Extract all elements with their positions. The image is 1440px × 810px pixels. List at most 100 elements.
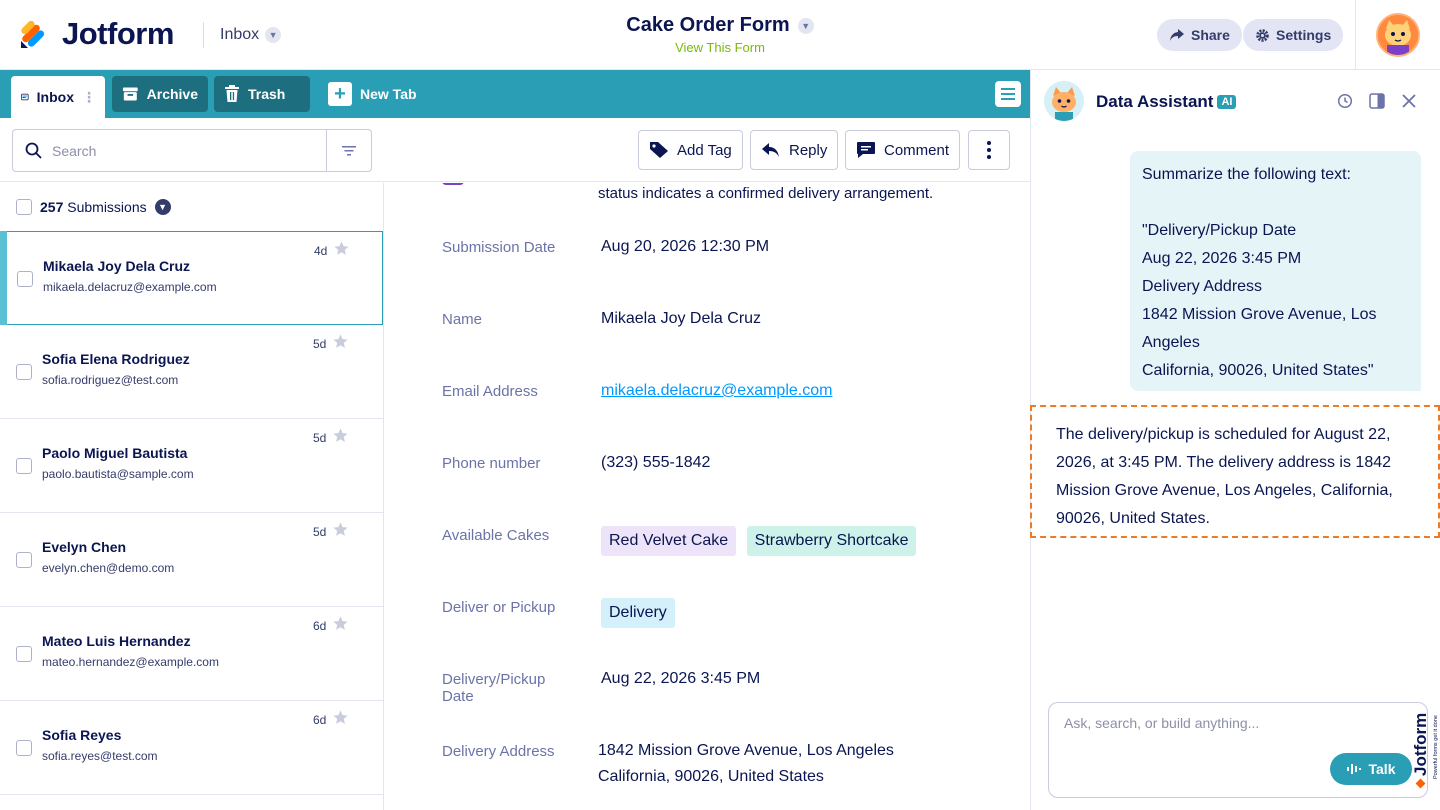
chat-input[interactable] (1064, 715, 1364, 731)
jotform-logo[interactable]: Jotform (18, 16, 174, 52)
trash-icon (225, 85, 239, 102)
address-line: 1842 Mission Grove Avenue, Los Angeles (598, 742, 894, 759)
tag-icon (650, 142, 668, 158)
submitter-name: Mikaela Joy Dela Cruz (43, 258, 191, 274)
email-link[interactable]: mikaela.delacruz@example.com (601, 378, 832, 404)
deliver-label: Deliver or Pickup (442, 599, 556, 616)
select-all-checkbox[interactable] (16, 199, 32, 215)
submission-age: 5d (313, 525, 327, 539)
list-item[interactable]: Mikaela Joy Dela Cruz mikaela.delacruz@e… (0, 231, 383, 325)
submission-count[interactable]: 257 Submissions (40, 199, 147, 215)
tab-inbox[interactable]: Inbox ⋮ (11, 76, 105, 118)
chat-composer: Talk (1048, 702, 1428, 798)
inbox-dropdown[interactable]: Inbox ▼ (220, 26, 282, 44)
submitter-name: Sofia Elena Rodriguez (42, 351, 190, 367)
hamburger-menu-icon[interactable] (995, 81, 1021, 107)
form-title-block: Cake Order Form ▼ View This Form (560, 14, 880, 55)
panel-layout-icon[interactable] (1368, 92, 1386, 110)
cake-chip: Red Velvet Cake (601, 526, 737, 556)
add-tag-label: Add Tag (677, 141, 732, 159)
star-icon[interactable] (332, 427, 349, 444)
data-assistant-panel: Data Assistant AI Summarize the followin… (1030, 70, 1440, 810)
talk-label: Talk (1368, 761, 1396, 777)
row-checkbox[interactable] (16, 740, 32, 756)
view-form-link[interactable]: View This Form (560, 40, 880, 55)
jotform-logo-icon (21, 20, 45, 48)
name-value: Mikaela Joy Dela Cruz (601, 310, 762, 327)
row-checkbox[interactable] (16, 364, 32, 380)
cakes-label: Available Cakes (442, 527, 550, 544)
top-header: Jotform Inbox ▼ Cake Order Form ▼ View T… (0, 0, 1440, 70)
list-item[interactable]: Paolo Miguel Bautista paolo.bautista@sam… (0, 419, 383, 513)
settings-label: Settings (1276, 27, 1332, 43)
share-button[interactable]: Share (1157, 19, 1242, 51)
list-item[interactable]: Sofia Elena Rodriguez sofia.rodriguez@te… (0, 325, 383, 419)
vertical-brand-tagline: Powerful forms get it done (1433, 715, 1439, 779)
archive-icon (122, 87, 138, 101)
reply-icon (762, 143, 779, 157)
tab-archive[interactable]: Archive (112, 76, 208, 112)
more-options-icon[interactable] (968, 130, 1010, 170)
submission-age: 4d (314, 244, 328, 258)
inbox-tab-bar: Inbox ⋮ Archive Trash + New Tab (0, 70, 1030, 118)
new-tab-button[interactable]: + New Tab (318, 76, 427, 112)
comment-button[interactable]: Comment (845, 130, 961, 170)
add-tag-button[interactable]: Add Tag (638, 130, 743, 170)
submission-toolbar: Add Tag Reply Comment (0, 118, 1030, 182)
search-box (12, 129, 372, 172)
plus-icon: + (328, 82, 352, 106)
list-item[interactable]: Mateo Luis Hernandez mateo.hernandez@exa… (0, 607, 383, 701)
search-input[interactable] (52, 142, 292, 159)
delivery-date-label: Delivery/Pickup Date (442, 671, 546, 705)
search-icon (25, 142, 42, 159)
row-checkbox[interactable] (16, 552, 32, 568)
user-avatar[interactable] (1376, 13, 1420, 57)
settings-button[interactable]: Settings (1243, 19, 1344, 51)
form-title-dropdown[interactable]: Cake Order Form ▼ (626, 14, 814, 37)
assistant-avatar (1044, 81, 1084, 121)
row-checkbox[interactable] (17, 271, 33, 287)
talk-button[interactable]: Talk (1330, 753, 1412, 785)
user-message-bubble: Summarize the following text: "Delivery/… (1130, 151, 1421, 391)
tab-archive-label: Archive (146, 86, 198, 102)
row-checkbox[interactable] (16, 458, 32, 474)
star-icon[interactable] (332, 333, 349, 350)
star-icon[interactable] (332, 521, 349, 538)
address-line: California, 90026, United States (598, 768, 824, 785)
form-title: Cake Order Form (626, 14, 790, 36)
submitter-email: sofia.reyes@test.com (42, 749, 158, 763)
star-icon[interactable] (332, 709, 349, 726)
tab-trash[interactable]: Trash (214, 76, 310, 112)
assistant-title-text: Data Assistant (1096, 92, 1214, 111)
history-icon[interactable] (1336, 92, 1354, 110)
chevron-down-icon: ▼ (265, 27, 282, 43)
submission-count-header: 257 Submissions ▼ (0, 183, 383, 231)
filter-button[interactable] (326, 130, 371, 171)
status-description: status indicates a confirmed delivery ar… (598, 185, 934, 202)
star-icon[interactable] (333, 240, 350, 257)
inbox-icon (21, 93, 29, 101)
list-item[interactable]: Sofia Reyes sofia.reyes@test.com 6d (0, 701, 383, 795)
submission-detail: status indicates a confirmed delivery ar… (384, 183, 1030, 810)
close-icon[interactable] (1400, 92, 1418, 110)
star-icon[interactable] (332, 615, 349, 632)
filter-icon (342, 145, 356, 155)
row-checkbox[interactable] (16, 646, 32, 662)
name-label: Name (442, 311, 483, 328)
email-label: Email Address (442, 383, 538, 400)
submission-count-number: 257 (40, 199, 64, 215)
header-divider (203, 22, 204, 48)
reply-label: Reply (789, 141, 828, 159)
assistant-title: Data Assistant AI (1096, 92, 1237, 112)
submission-count-label: Submissions (67, 199, 147, 215)
drag-handle-icon[interactable]: ⋮ (82, 89, 96, 106)
submitter-email: mateo.hernandez@example.com (42, 655, 219, 669)
new-tab-label: New Tab (360, 86, 417, 102)
comment-icon (857, 142, 875, 158)
reply-button[interactable]: Reply (750, 130, 839, 170)
submitter-name: Paolo Miguel Bautista (42, 445, 188, 461)
list-item[interactable]: Evelyn Chen evelyn.chen@demo.com 5d (0, 513, 383, 607)
chevron-down-icon[interactable]: ▼ (154, 199, 171, 215)
cat-avatar-icon (1044, 81, 1084, 121)
cat-avatar-icon (1378, 15, 1418, 55)
